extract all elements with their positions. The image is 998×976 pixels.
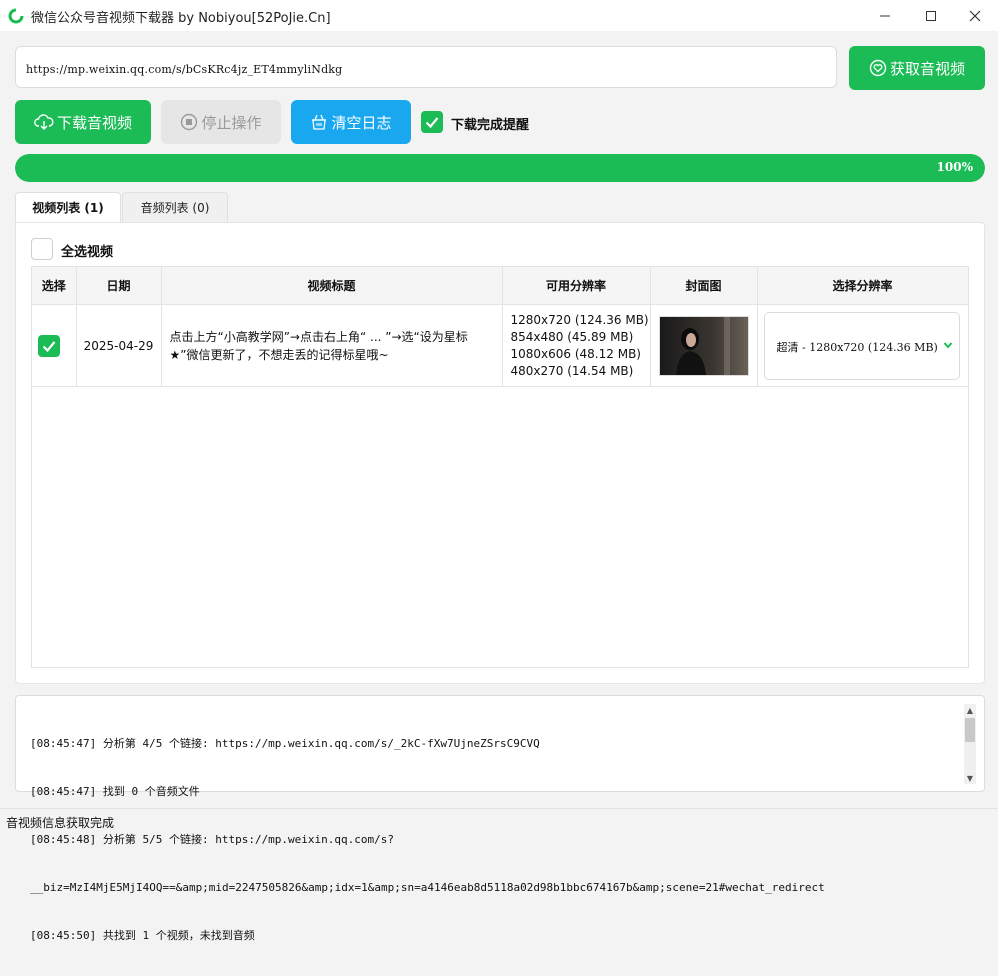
progress-bar: 100% bbox=[15, 154, 985, 182]
stop-label: 停止操作 bbox=[201, 113, 262, 132]
header-date: 日期 bbox=[76, 267, 162, 305]
resolution-item: 480x270 (14.54 MB) bbox=[510, 363, 634, 378]
select-all-checkbox[interactable] bbox=[31, 238, 53, 260]
url-input[interactable] bbox=[24, 58, 828, 80]
download-button[interactable]: 下载音视频 bbox=[15, 100, 151, 144]
row-cover-cell bbox=[650, 304, 758, 387]
row-resolution-select-cell: 超清 - 1280x720 (124.36 MB) bbox=[757, 304, 969, 387]
header-resolutions: 可用分辨率 bbox=[502, 267, 651, 305]
close-button[interactable] bbox=[952, 0, 998, 31]
status-bar: 音视频信息获取完成 bbox=[0, 808, 998, 832]
resolution-dropdown[interactable]: 超清 - 1280x720 (124.36 MB) bbox=[763, 311, 960, 380]
stop-button[interactable]: 停止操作 bbox=[161, 100, 281, 144]
download-label: 下载音视频 bbox=[56, 113, 132, 132]
row-select-cell bbox=[32, 304, 77, 387]
close-icon bbox=[969, 10, 981, 21]
log-line: [08:45:50] 共找到 1 个视频，未找到音频 bbox=[30, 929, 255, 942]
scrollbar-thumb[interactable] bbox=[965, 718, 975, 742]
url-field[interactable] bbox=[15, 46, 837, 88]
progress-text: 100% bbox=[936, 160, 973, 174]
log-line: [08:45:47] 找到 0 个音频文件 bbox=[30, 785, 200, 798]
row-title: 点击上方“小高教学网”→点击右上角“ ... ”→选“设为星标★”微信更新了，不… bbox=[161, 304, 503, 387]
table-row: 2025-04-29 点击上方“小高教学网”→点击右上角“ ... ”→选“设为… bbox=[32, 304, 969, 387]
log-panel[interactable]: [08:45:47] 分析第 4/5 个链接: https://mp.weixi… bbox=[15, 695, 985, 942]
chevron-down-icon bbox=[943, 339, 953, 353]
header-choose-resolution: 选择分辨率 bbox=[757, 267, 969, 305]
log-lines: [08:45:47] 分析第 4/5 个链接: https://mp.weixi… bbox=[30, 704, 960, 976]
row-checkbox[interactable] bbox=[38, 334, 60, 357]
minimize-button[interactable] bbox=[862, 0, 908, 31]
progress-fill bbox=[15, 154, 985, 182]
tab-audio-list[interactable]: 音频列表 (0) bbox=[122, 192, 228, 222]
log-line: [08:45:48] 分析第 5/5 个链接: https://mp.weixi… bbox=[30, 833, 395, 846]
maximize-button[interactable] bbox=[908, 0, 954, 31]
row-date: 2025-04-29 bbox=[76, 304, 162, 387]
resolution-item: 1280x720 (124.36 MB) bbox=[510, 312, 649, 327]
resolution-item: 1080x606 (48.12 MB) bbox=[510, 346, 641, 361]
notify-checkbox[interactable] bbox=[421, 111, 443, 133]
minimize-icon bbox=[880, 15, 890, 16]
fetch-media-button[interactable]: 获取音视频 bbox=[849, 46, 985, 90]
heart-circle-icon bbox=[869, 59, 887, 77]
tab-video-list[interactable]: 视频列表 (1) bbox=[15, 192, 121, 222]
header-cover: 封面图 bbox=[650, 267, 758, 305]
maximize-icon bbox=[926, 10, 936, 21]
checkmark-icon bbox=[425, 117, 439, 129]
status-text: 音视频信息获取完成 bbox=[6, 816, 115, 830]
cloud-download-icon bbox=[34, 113, 54, 131]
title-bar: 微信公众号音视频下载器 by Nobiyou[52PoJie.Cn] bbox=[0, 0, 998, 31]
app-logo-icon bbox=[8, 8, 24, 24]
notify-label: 下载完成提醒 bbox=[451, 118, 530, 133]
window-title: 微信公众号音视频下载器 by Nobiyou[52PoJie.Cn] bbox=[31, 11, 331, 26]
log-line: [08:45:47] 分析第 4/5 个链接: https://mp.weixi… bbox=[30, 737, 540, 750]
scroll-down-icon[interactable]: ▼ bbox=[964, 772, 976, 784]
cover-thumbnail bbox=[658, 315, 749, 376]
log-line: __biz=MzI4MjE5MjI4OQ==&amp;mid=224750582… bbox=[30, 881, 825, 894]
select-all-label: 全选视频 bbox=[61, 245, 114, 260]
log-scrollbar[interactable]: ▲ ▼ bbox=[964, 704, 976, 784]
stop-circle-icon bbox=[180, 113, 198, 131]
clear-log-button[interactable]: 清空日志 bbox=[291, 100, 411, 144]
row-resolutions: 1280x720 (124.36 MB) 854x480 (45.89 MB) … bbox=[502, 304, 651, 387]
clear-basket-icon bbox=[310, 113, 328, 131]
header-title: 视频标题 bbox=[161, 267, 503, 305]
header-select: 选择 bbox=[32, 267, 77, 305]
table-header-row: 选择 日期 视频标题 可用分辨率 封面图 选择分辨率 bbox=[32, 267, 969, 305]
fetch-media-label: 获取音视频 bbox=[889, 59, 965, 78]
checkmark-icon bbox=[42, 340, 56, 352]
scroll-up-icon[interactable]: ▲ bbox=[964, 704, 976, 716]
video-table: 选择 日期 视频标题 可用分辨率 封面图 选择分辨率 2025-04-29 点击… bbox=[31, 266, 969, 668]
resolution-item: 854x480 (45.89 MB) bbox=[510, 329, 634, 344]
clear-log-label: 清空日志 bbox=[331, 113, 392, 132]
resolution-dropdown-value: 超清 - 1280x720 (124.36 MB) bbox=[776, 340, 937, 354]
